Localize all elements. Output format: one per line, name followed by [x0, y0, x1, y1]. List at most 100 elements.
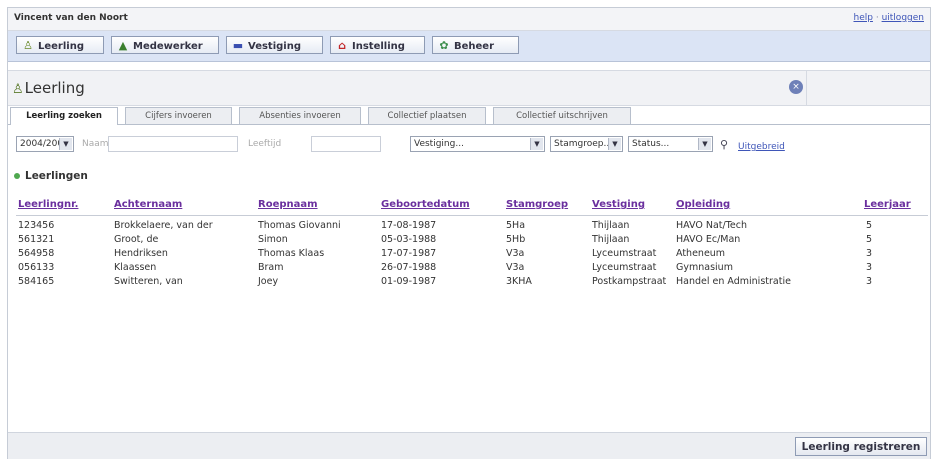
people-icon: ▲	[118, 39, 128, 52]
table-row[interactable]: 564958 Hendriksen Thomas Klaas 17-07-198…	[8, 248, 930, 261]
table-cell: 561321	[18, 234, 55, 245]
schoolyear-select[interactable]: 2004/2005 ▼	[16, 136, 74, 152]
table-row[interactable]: 123456 Brokkelaere, van der Thomas Giova…	[8, 220, 930, 233]
table-cell: 5	[866, 220, 873, 231]
close-icon[interactable]: ×	[789, 80, 803, 94]
table-cell: Joey	[258, 276, 279, 287]
table-cell: Lyceumstraat	[592, 248, 657, 259]
nav-label: Medewerker	[133, 41, 203, 52]
table-cell: Thomas Klaas	[258, 248, 325, 259]
gears-icon: ✿	[439, 39, 449, 52]
person-icon: ♙	[23, 39, 33, 52]
table-cell: Bram	[258, 262, 284, 273]
tab-leerling-zoeken[interactable]: Leerling zoeken	[10, 107, 118, 125]
table-cell: Gymnasium	[676, 262, 733, 273]
table-cell: 17-08-1987	[381, 220, 437, 231]
nav-beheer-button[interactable]: ✿ Beheer	[432, 36, 519, 54]
column-header[interactable]: Vestiging	[592, 199, 645, 210]
bullet-icon	[14, 173, 20, 179]
column-header[interactable]: Stamgroep	[506, 199, 568, 210]
table-cell: Handel en Administratie	[676, 276, 791, 287]
tab-collectief-uitschrijven[interactable]: Collectief uitschrijven	[493, 107, 631, 124]
vestiging-value: Vestiging...	[414, 139, 464, 149]
status-select[interactable]: Status... ▼	[628, 136, 713, 152]
divider	[806, 71, 807, 105]
table-cell: V3a	[506, 262, 525, 273]
nav-medewerker-button[interactable]: ▲ Medewerker	[111, 36, 219, 54]
leeftijd-label: Leeftijd	[248, 139, 282, 149]
column-header[interactable]: Leerlingnr.	[18, 199, 78, 210]
table-cell: Groot, de	[114, 234, 159, 245]
table-cell: 17-07-1987	[381, 248, 437, 259]
user-bar: Vincent van den Noort help · uitloggen	[8, 8, 930, 31]
column-header[interactable]: Roepnaam	[258, 199, 318, 210]
column-header[interactable]: Opleiding	[676, 199, 730, 210]
table-cell: Lyceumstraat	[592, 262, 657, 273]
building-icon: ▬	[232, 39, 244, 52]
register-student-button[interactable]: Leerling registreren	[795, 437, 927, 456]
table-cell: 3	[866, 262, 873, 273]
stamgroep-value: Stamgroep...	[554, 139, 613, 149]
tab-collectief-plaatsen[interactable]: Collectief plaatsen	[368, 107, 486, 124]
user-links: help · uitloggen	[853, 13, 924, 23]
table-cell: Thijlaan	[592, 220, 630, 231]
panel-footer: Leerling registreren	[8, 432, 930, 459]
panel-title: ♙Leerling	[12, 79, 85, 97]
help-link[interactable]: help	[853, 13, 872, 23]
uitgebreid-link[interactable]: Uitgebreid	[738, 142, 785, 152]
table-cell: Thijlaan	[592, 234, 630, 245]
section-title: Leerlingen	[14, 170, 88, 182]
table-row[interactable]: 561321 Groot, de Simon 05-03-1988 5Hb Th…	[8, 234, 930, 247]
table-cell: Simon	[258, 234, 288, 245]
table-cell: 3	[866, 276, 873, 287]
panel-header: ♙Leerling ×	[8, 70, 930, 106]
table-cell: Switteren, van	[114, 276, 183, 287]
nav-label: Instelling	[352, 41, 405, 52]
app-window: Vincent van den Noort help · uitloggen ♙…	[7, 7, 931, 459]
table-cell: Brokkelaere, van der	[114, 220, 213, 231]
section-title-text: Leerlingen	[25, 170, 88, 182]
table-cell: 3KHA	[506, 276, 532, 287]
table-cell: 5Hb	[506, 234, 526, 245]
logout-link[interactable]: uitloggen	[882, 13, 924, 23]
tab-cijfers-invoeren[interactable]: Cijfers invoeren	[125, 107, 232, 124]
chevron-down-icon: ▼	[608, 138, 621, 150]
vestiging-select[interactable]: Vestiging... ▼	[410, 136, 545, 152]
table-row[interactable]: 584165 Switteren, van Joey 01-09-1987 3K…	[8, 276, 930, 289]
nav-label: Leerling	[38, 41, 85, 52]
tab-bar: Leerling zoeken Cijfers invoeren Absenti…	[8, 106, 930, 125]
table-cell: 584165	[18, 276, 55, 287]
panel-title-text: Leerling	[24, 79, 85, 97]
institution-icon: ⌂	[338, 39, 346, 52]
column-header[interactable]: Leerjaar	[864, 199, 911, 210]
nav-label: Vestiging	[248, 41, 301, 52]
table-cell: 01-09-1987	[381, 276, 437, 287]
table-cell: 123456	[18, 220, 55, 231]
table-cell: Atheneum	[676, 248, 726, 259]
table-cell: 5Ha	[506, 220, 526, 231]
table-cell: Hendriksen	[114, 248, 168, 259]
nav-label: Beheer	[454, 41, 495, 52]
naam-input[interactable]	[108, 136, 238, 152]
chevron-down-icon: ▼	[530, 138, 543, 150]
table-cell: V3a	[506, 248, 525, 259]
nav-instelling-button[interactable]: ⌂ Instelling	[330, 36, 425, 54]
link-separator: ·	[875, 13, 879, 23]
table-cell: 26-07-1988	[381, 262, 437, 273]
nav-vestiging-button[interactable]: ▬ Vestiging	[226, 36, 323, 54]
tab-absenties-invoeren[interactable]: Absenties invoeren	[239, 107, 361, 124]
status-value: Status...	[632, 139, 670, 149]
column-header[interactable]: Geboortedatum	[381, 199, 470, 210]
nav-leerling-button[interactable]: ♙ Leerling	[16, 36, 104, 54]
naam-label: Naam	[82, 139, 109, 149]
user-name: Vincent van den Noort	[14, 13, 128, 23]
person-icon: ♙	[12, 82, 24, 97]
table-row[interactable]: 056133 Klaassen Bram 26-07-1988 V3a Lyce…	[8, 262, 930, 275]
table-cell: 5	[866, 234, 873, 245]
search-icon[interactable]: ⚲	[720, 138, 728, 151]
table-cell: HAVO Nat/Tech	[676, 220, 747, 231]
column-header[interactable]: Achternaam	[114, 199, 182, 210]
stamgroep-select[interactable]: Stamgroep... ▼	[550, 136, 623, 152]
table-cell: 05-03-1988	[381, 234, 437, 245]
leeftijd-input[interactable]	[311, 136, 381, 152]
